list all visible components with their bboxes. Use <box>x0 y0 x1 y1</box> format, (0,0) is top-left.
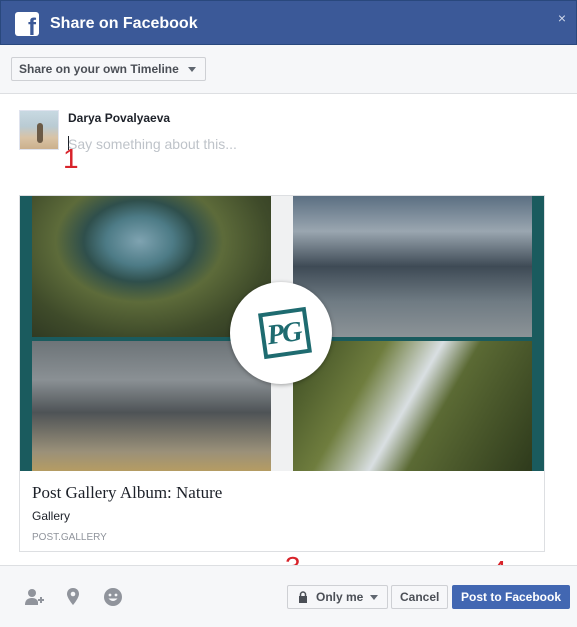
lock-icon <box>299 591 307 603</box>
step-marker-1: 1 <box>63 143 79 174</box>
tag-friends-icon[interactable] <box>23 586 45 608</box>
close-icon[interactable]: × <box>558 10 566 26</box>
emoji-icon[interactable] <box>102 586 124 608</box>
privacy-selector[interactable]: Only me <box>287 585 389 609</box>
gallery-photo <box>293 341 532 471</box>
dialog-footer: Only me Cancel Post to Facebook <box>0 565 577 627</box>
share-target-bar: Share on your own Timeline <box>0 45 577 94</box>
status-input[interactable] <box>68 134 548 154</box>
post-gallery-logo: PG <box>230 282 332 384</box>
user-name: Darya Povalyaeva <box>68 111 171 125</box>
dialog-title: Share on Facebook <box>50 15 198 32</box>
chevron-down-icon <box>370 595 379 600</box>
preview-domain: POST.GALLERY <box>32 532 107 543</box>
preview-title: Post Gallery Album: Nature <box>32 483 223 502</box>
share-target-dropdown[interactable]: Share on your own Timeline <box>11 57 206 81</box>
link-preview-card[interactable]: PG Post Gallery Album: Nature Gallery PO… <box>19 195 545 552</box>
cancel-button[interactable]: Cancel <box>391 585 449 609</box>
post-to-facebook-button[interactable]: Post to Facebook <box>452 585 571 609</box>
facebook-logo-icon: f <box>15 12 39 36</box>
privacy-label: Only me <box>316 590 364 604</box>
preview-subtitle: Gallery <box>32 509 71 523</box>
location-pin-icon[interactable] <box>62 586 84 608</box>
gallery-photo <box>32 341 271 471</box>
avatar <box>19 110 59 150</box>
dialog-titlebar: f Share on Facebook × <box>0 0 577 45</box>
gallery-collage: PG <box>20 196 544 471</box>
chevron-down-icon <box>187 67 196 72</box>
share-target-label: Share on your own Timeline <box>19 62 179 76</box>
